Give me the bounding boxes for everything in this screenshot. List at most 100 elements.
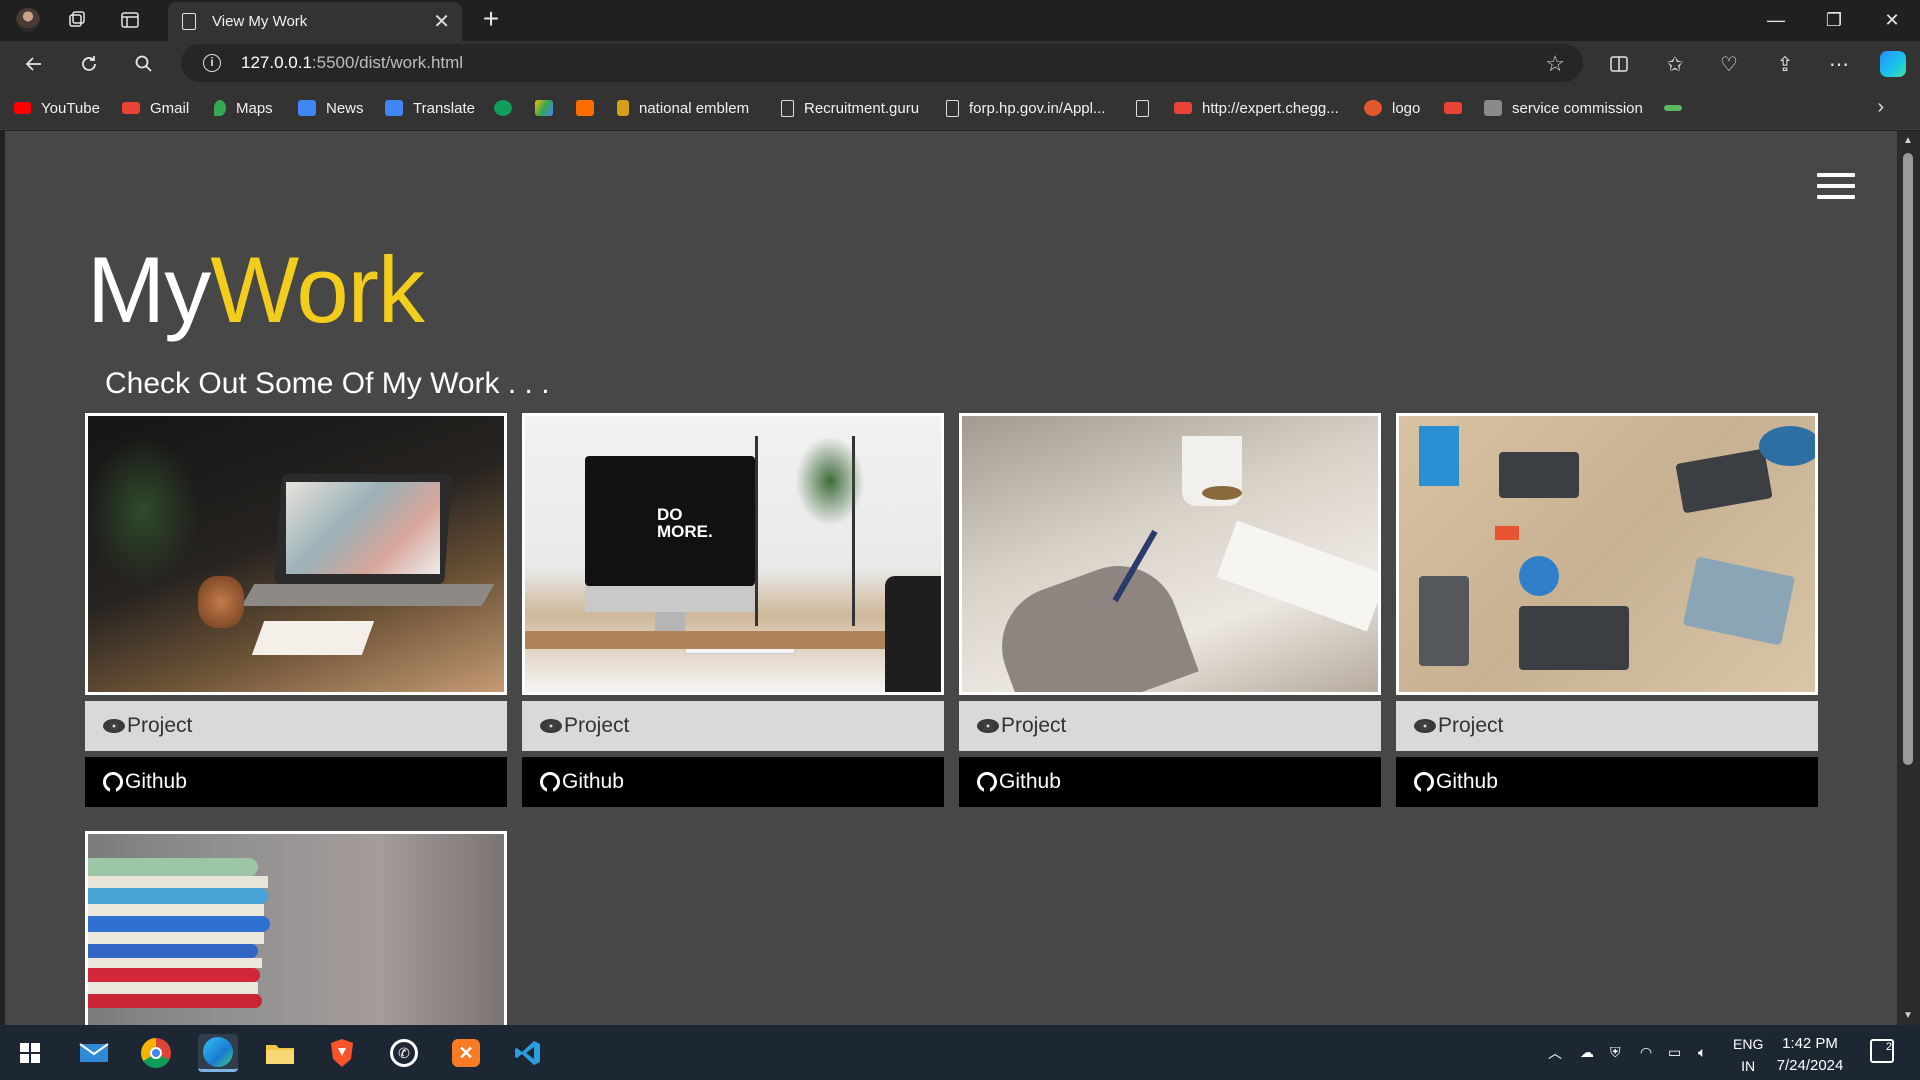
project-card: Project Github (959, 413, 1381, 807)
bookmark-national-emblem[interactable]: national emblem (617, 96, 749, 120)
volume-icon[interactable]: 🔈︎ (1698, 1025, 1706, 1080)
profile-avatar[interactable] (12, 6, 44, 34)
project-card: DO MORE. Project Github (522, 413, 944, 807)
hamburger-menu-icon[interactable] (1817, 173, 1855, 201)
notification-center-icon[interactable]: 2 (1870, 1039, 1894, 1063)
mail-icon[interactable] (74, 1034, 114, 1072)
scroll-thumb[interactable] (1903, 153, 1913, 765)
bookmark-untitled[interactable] (1136, 96, 1159, 120)
github-button[interactable]: Github (959, 757, 1381, 807)
scroll-down-icon[interactable]: ▼ (1903, 1010, 1913, 1021)
onedrive-icon[interactable]: ☁ (1580, 1025, 1594, 1080)
brave-icon[interactable] (322, 1034, 362, 1072)
notification-count: 2 (1885, 1041, 1892, 1053)
view-project-button[interactable]: Project (959, 701, 1381, 751)
more-menu-icon[interactable]: ⋯ (1822, 48, 1856, 80)
bookmark-logo[interactable]: logo (1364, 96, 1420, 120)
github-label: Github (999, 770, 1061, 793)
new-tab-button[interactable]: + (475, 4, 507, 36)
title-part-my: My (87, 237, 211, 342)
bookmark-maps[interactable]: Maps (214, 96, 273, 120)
bookmark-service-commission[interactable]: service commission (1484, 96, 1643, 120)
github-label: Github (562, 770, 624, 793)
minimize-button[interactable]: — (1748, 0, 1804, 41)
reload-button[interactable] (73, 48, 105, 80)
bookmark-green[interactable] (1664, 96, 1692, 120)
vertical-tabs-icon[interactable] (113, 6, 147, 34)
project-card: Project Github (85, 413, 507, 807)
bookmark-gmail[interactable]: Gmail (122, 96, 189, 120)
chevron-right-icon[interactable]: › (1877, 96, 1884, 119)
bookmark-forp[interactable]: forp.hp.gov.in/Appl... (946, 96, 1105, 120)
favorites-icon[interactable]: ✩ (1658, 48, 1692, 80)
bookmarks-bar: YouTube Gmail Maps News Translate nation… (0, 86, 1920, 130)
bookmark-label: News (326, 99, 364, 117)
windows-start-icon[interactable] (10, 1034, 50, 1072)
bookmark-gmail-2[interactable] (1444, 96, 1472, 120)
bookmark-label: YouTube (41, 99, 100, 117)
bookmark-chegg[interactable]: http://expert.chegg... (1174, 96, 1339, 120)
youtube-icon (14, 102, 31, 114)
share-icon[interactable]: ⇪ (1768, 48, 1802, 80)
chrome-icon[interactable] (136, 1034, 176, 1072)
view-project-button[interactable]: Project (85, 701, 507, 751)
github-button[interactable]: Github (85, 757, 507, 807)
bookmark-news[interactable]: News (298, 96, 364, 120)
project-image-writing (959, 413, 1381, 695)
scroll-up-icon[interactable]: ▲ (1903, 135, 1913, 146)
github-button[interactable]: Github (1396, 757, 1818, 807)
url-path: :5500/dist/work.html (311, 53, 464, 72)
page-icon (182, 13, 196, 30)
bookmark-label: national emblem (639, 99, 750, 117)
document-icon (781, 99, 794, 117)
bookmark-fiverr[interactable] (494, 96, 522, 120)
restore-button[interactable]: ❐ (1806, 0, 1862, 41)
commission-icon (1484, 100, 1502, 116)
bookmark-label: Recruitment.guru (804, 99, 920, 117)
back-button[interactable] (18, 48, 50, 80)
clock-time: 1:42 PM (1782, 1035, 1838, 1052)
windows-taskbar: ✆ ✕ ︿ ☁ ⛨ ◠ ▭ 🔈︎ ENG IN 1:42 PM 7/24/2024 … (0, 1025, 1920, 1080)
battery-icon[interactable]: ▭ (1668, 1025, 1681, 1080)
site-info-icon[interactable]: i (203, 54, 221, 72)
github-label: Github (125, 770, 187, 793)
show-hidden-icons[interactable]: ︿ (1548, 1025, 1562, 1080)
file-explorer-icon[interactable] (260, 1034, 300, 1072)
vscode-icon[interactable] (508, 1034, 548, 1072)
github-button[interactable]: Github (522, 757, 944, 807)
system-clock[interactable]: 1:42 PM 7/24/2024 (1754, 1033, 1866, 1077)
edge-icon[interactable] (198, 1034, 238, 1072)
translate-icon (385, 100, 403, 116)
bookmark-drive[interactable] (535, 96, 563, 120)
whatsapp-icon[interactable]: ✆ (384, 1034, 424, 1072)
wifi-icon[interactable]: ◠ (1640, 1025, 1652, 1080)
browser-essentials-icon[interactable]: ♡ (1712, 48, 1746, 80)
page-scrollbar[interactable]: ▲ ▼ (1897, 131, 1920, 1025)
security-icon[interactable]: ⛨ (1610, 1025, 1621, 1080)
bookmark-translate[interactable]: Translate (385, 96, 475, 120)
bookmark-label: logo (1392, 99, 1421, 117)
view-project-button[interactable]: Project (522, 701, 944, 751)
xampp-icon[interactable]: ✕ (446, 1034, 486, 1072)
close-tab-icon[interactable]: ✕ (433, 9, 450, 34)
workspaces-icon[interactable] (60, 6, 94, 34)
view-project-button[interactable]: Project (1396, 701, 1818, 751)
copilot-icon[interactable] (1876, 48, 1910, 80)
page-viewport: MyWork Check Out Some Of My Work . . . P… (5, 131, 1897, 1025)
bookmark-label: forp.hp.gov.in/Appl... (969, 99, 1106, 117)
bookmark-youtube[interactable]: YouTube (14, 96, 100, 120)
split-screen-icon[interactable] (1602, 48, 1636, 80)
project-image-imac: DO MORE. (522, 413, 944, 695)
bookmark-label: Translate (413, 99, 475, 117)
close-window-button[interactable]: ✕ (1864, 0, 1920, 41)
eye-icon (977, 719, 999, 733)
bookmark-c[interactable] (576, 96, 604, 120)
screen-text: DO MORE. (657, 505, 713, 541)
project-label: Project (564, 714, 630, 737)
bookmark-recruitment-guru[interactable]: Recruitment.guru (781, 96, 919, 120)
address-bar[interactable]: i 127.0.0.1:5500/dist/work.html ☆ (181, 44, 1583, 82)
c-logo-icon (576, 100, 594, 116)
search-icon[interactable] (128, 48, 160, 80)
tab-view-my-work[interactable]: View My Work ✕ (168, 2, 462, 41)
favorite-star-icon[interactable]: ☆ (1545, 51, 1565, 77)
